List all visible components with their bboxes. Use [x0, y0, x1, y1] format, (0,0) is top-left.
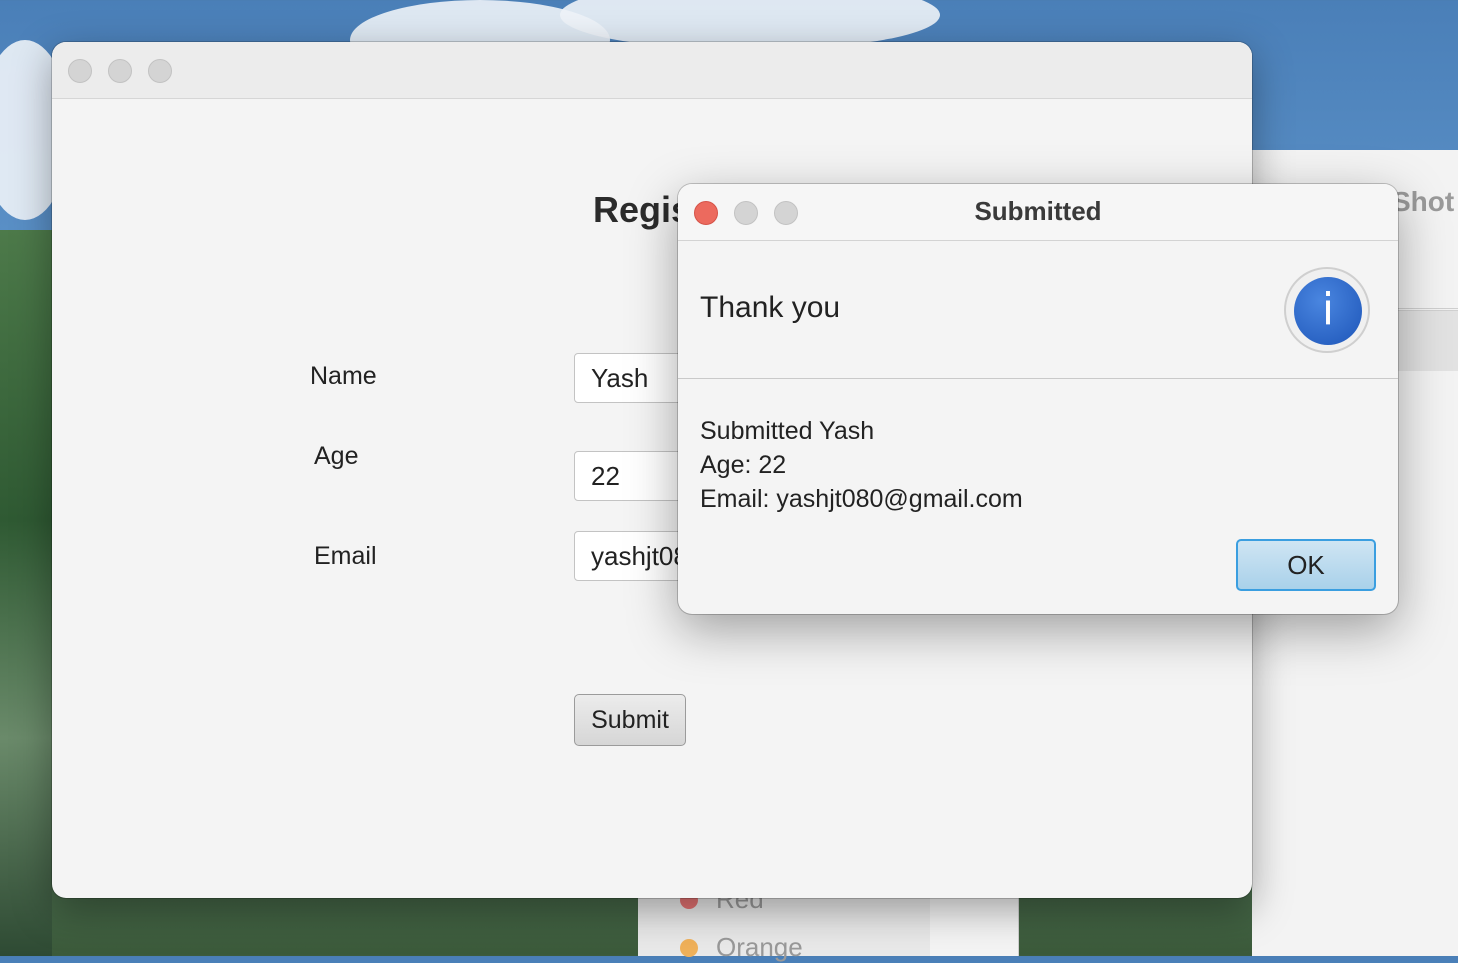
list-item[interactable]: Orange: [680, 932, 803, 963]
minimize-button[interactable]: [108, 59, 132, 83]
message-line: Email: yashjt080@gmail.com: [700, 485, 1023, 513]
form-title: Regis: [593, 189, 692, 230]
info-icon-frame: i: [1284, 267, 1370, 353]
list-item-label: Orange: [716, 932, 803, 962]
dialog-header-text: Thank you: [700, 291, 841, 324]
dialog-title: Submitted: [974, 196, 1102, 226]
message-line: Age: 22: [700, 451, 787, 479]
zoom-button[interactable]: [148, 59, 172, 83]
age-label: Age: [314, 442, 359, 470]
close-button[interactable]: [68, 59, 92, 83]
name-label: Name: [310, 362, 377, 390]
foliage: [0, 230, 52, 956]
dialog-titlebar[interactable]: Submitted: [678, 184, 1398, 241]
submitted-dialog: Submitted Thank you i Submitted Yash Age…: [678, 184, 1398, 614]
dialog-header: Thank you i: [678, 241, 1398, 379]
ok-button[interactable]: OK: [1236, 539, 1376, 591]
color-dot-icon: [680, 938, 698, 957]
dialog-message: Submitted Yash Age: 22 Email: yashjt080@…: [700, 414, 1023, 516]
submit-button[interactable]: Submit: [574, 694, 686, 746]
email-label: Email: [314, 542, 377, 570]
info-icon: i: [1294, 277, 1362, 345]
message-line: Submitted Yash: [700, 417, 875, 445]
background-window-title: Shot: [1392, 186, 1455, 217]
window-titlebar[interactable]: [52, 42, 1252, 99]
